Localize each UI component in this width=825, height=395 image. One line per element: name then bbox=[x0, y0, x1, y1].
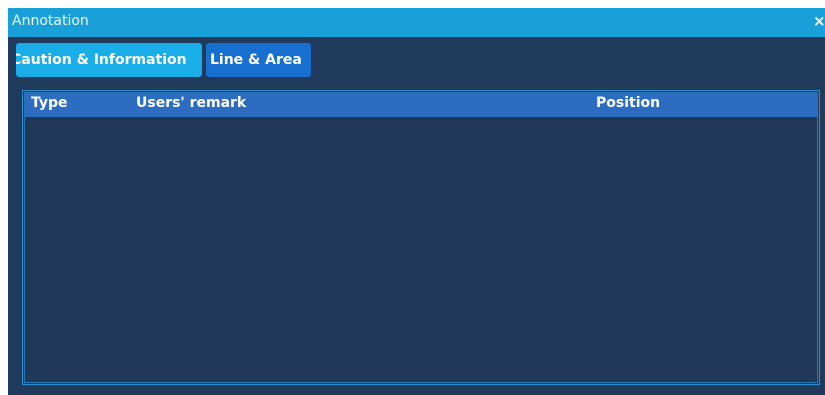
column-header-users-remark[interactable]: Users' remark bbox=[136, 95, 246, 111]
close-icon[interactable]: × bbox=[813, 12, 825, 30]
annotation-table: Type Users' remark Position bbox=[22, 90, 820, 385]
tab-caution-information-label: Caution & Information bbox=[16, 52, 187, 68]
annotation-tabs: Caution & Information Line & Area bbox=[16, 43, 311, 77]
window-titlebar[interactable]: Annotation × bbox=[8, 8, 825, 37]
column-header-position[interactable]: Position bbox=[596, 95, 660, 111]
tab-caution-information[interactable]: Caution & Information bbox=[16, 43, 202, 77]
annotation-table-inner: Type Users' remark Position bbox=[24, 92, 818, 383]
window-title: Annotation bbox=[12, 13, 89, 29]
column-header-type[interactable]: Type bbox=[31, 95, 68, 111]
table-header: Type Users' remark Position bbox=[25, 93, 817, 117]
tab-line-area[interactable]: Line & Area bbox=[206, 43, 311, 77]
annotation-window: Annotation × Caution & Information Line … bbox=[8, 8, 825, 395]
tab-line-area-label: Line & Area bbox=[210, 52, 302, 68]
table-body-empty bbox=[25, 117, 817, 382]
